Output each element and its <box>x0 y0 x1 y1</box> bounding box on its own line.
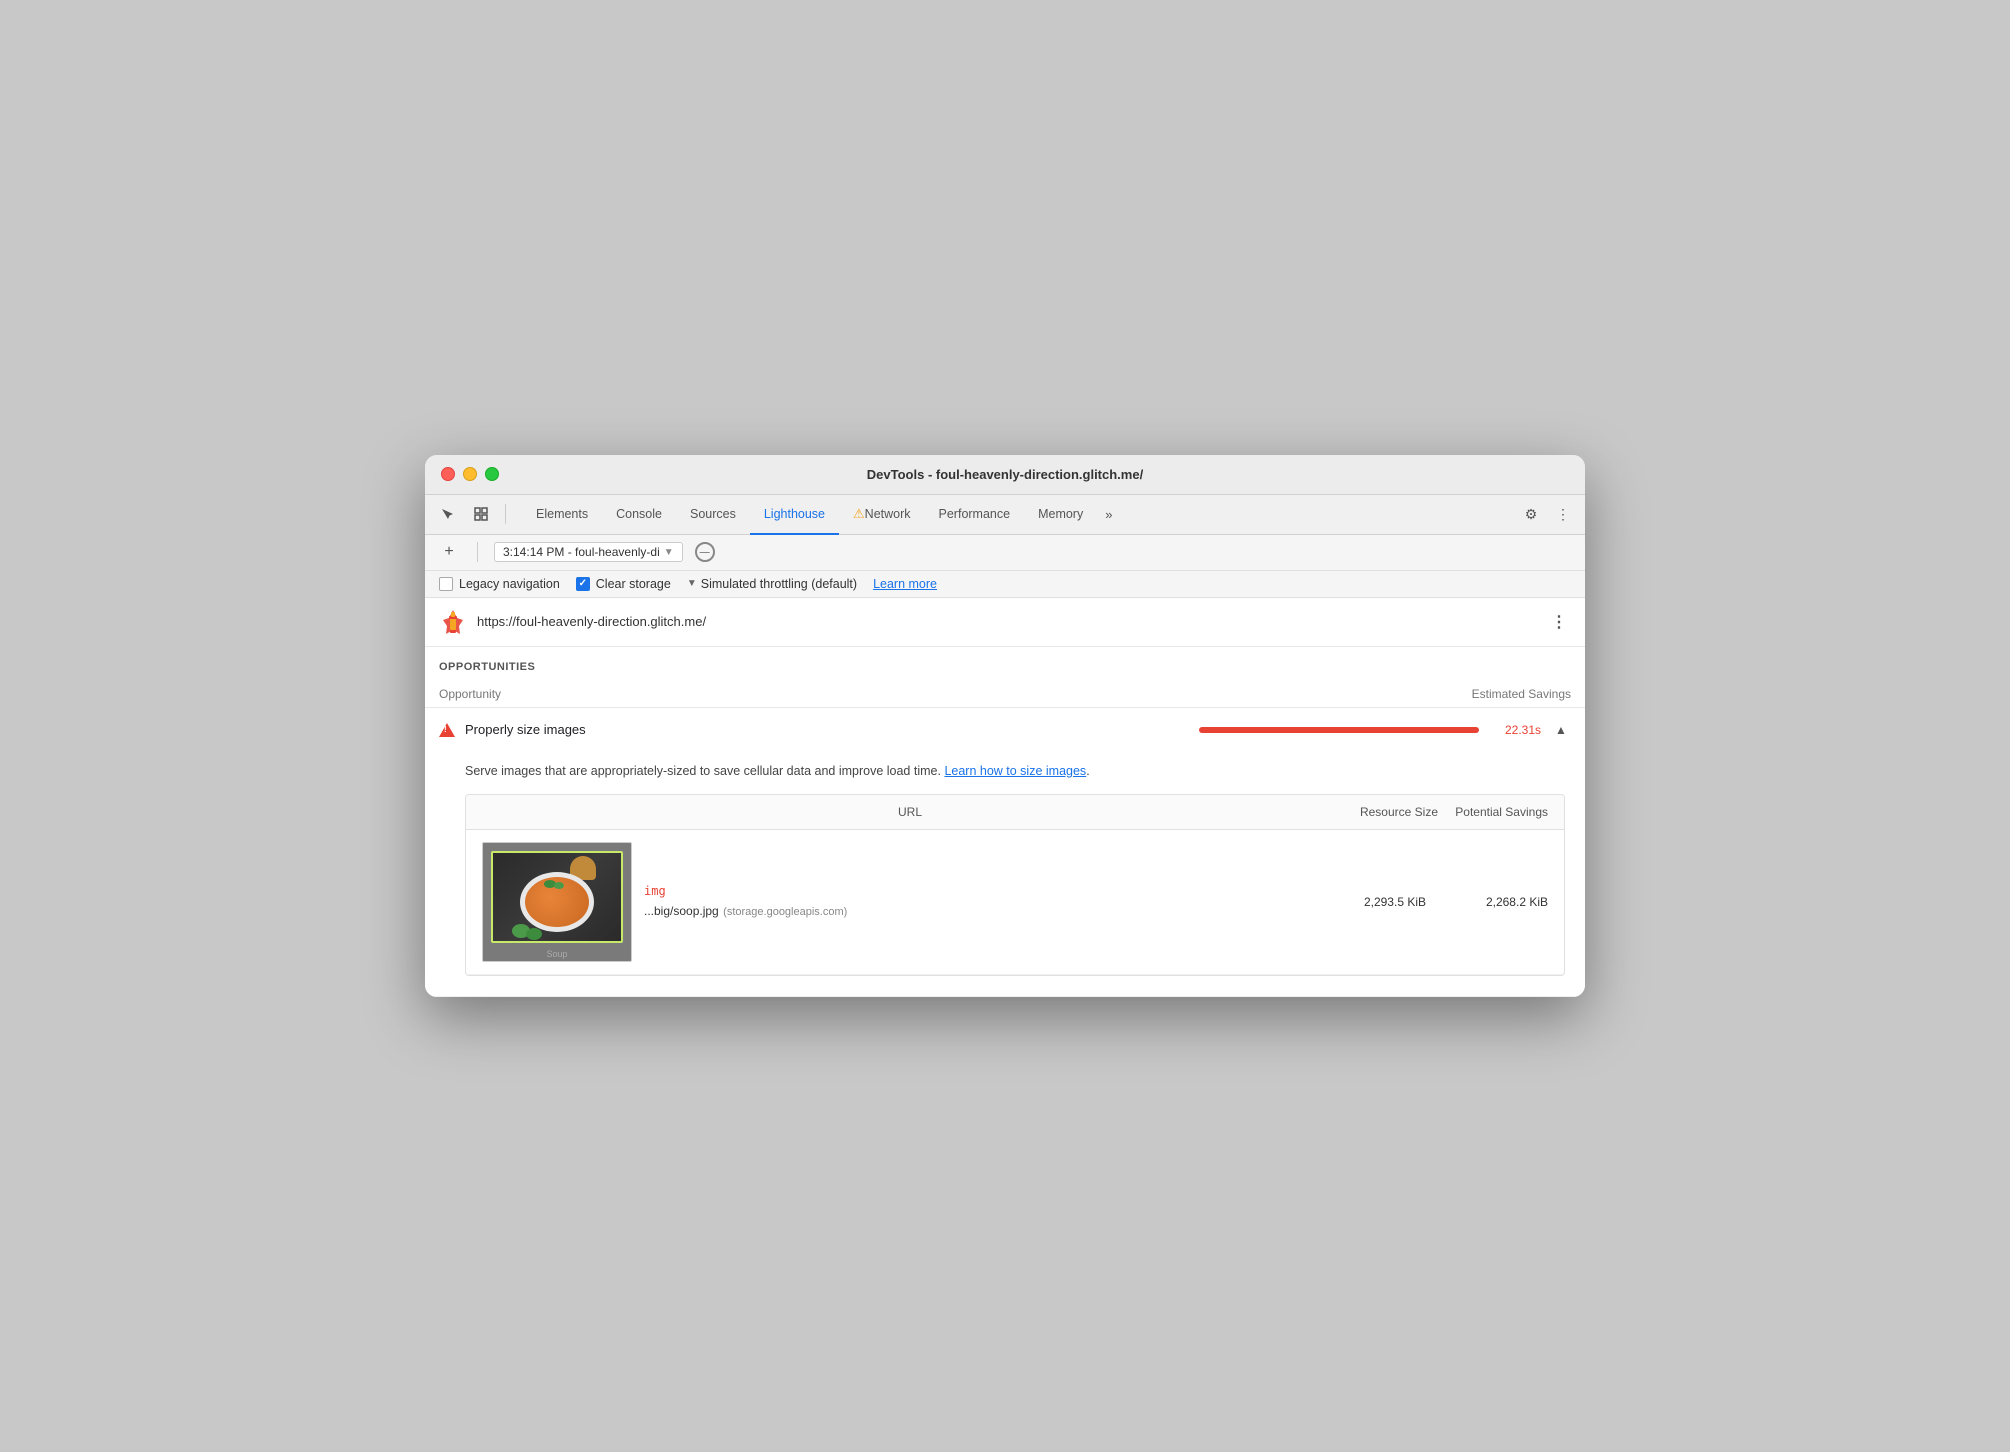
table-cell-url: img ...big/soop.jpg (storage.googleapis.… <box>644 884 1314 920</box>
lighthouse-icon <box>439 608 467 636</box>
warning-triangle-icon <box>439 723 455 737</box>
ith-potential: Potential Savings <box>1438 805 1548 819</box>
cursor-icon[interactable] <box>433 500 461 528</box>
savings-bar-container: 22.31s <box>1199 723 1541 737</box>
url-filename: ...big/soop.jpg <box>644 904 719 918</box>
throttling-dropdown[interactable]: ▼ Simulated throttling (default) <box>687 577 857 591</box>
clear-storage-option[interactable]: Clear storage <box>576 577 671 591</box>
ith-url: URL <box>482 805 1338 819</box>
collapse-chevron-icon[interactable]: ▲ <box>1551 720 1571 740</box>
opportunity-title: Properly size images <box>465 722 1189 737</box>
traffic-lights <box>441 467 499 481</box>
savings-value: 22.31s <box>1491 723 1541 737</box>
breadcrumb-text: 3:14:14 PM - foul-heavenly-di <box>503 545 660 559</box>
learn-size-link[interactable]: Learn how to size images <box>944 764 1086 778</box>
breadcrumb-arrow-icon: ▼ <box>664 547 674 558</box>
image-inner <box>491 851 623 943</box>
table-header: Opportunity Estimated Savings <box>425 681 1585 708</box>
toolbar-divider <box>477 542 478 562</box>
url-domain: (storage.googleapis.com) <box>723 906 847 918</box>
table-row: Soup img ...big/soop.jpg (storage.google… <box>466 830 1564 975</box>
opportunity-description: Serve images that are appropriately-size… <box>465 762 1565 781</box>
tab-sources[interactable]: Sources <box>676 495 750 535</box>
devtools-window: DevTools - foul-heavenly-direction.glitc… <box>425 455 1585 998</box>
more-options-icon[interactable]: ⋮ <box>1549 500 1577 528</box>
minimize-button[interactable] <box>463 467 477 481</box>
maximize-button[interactable] <box>485 467 499 481</box>
learn-more-link[interactable]: Learn more <box>873 577 937 591</box>
title-bar: DevTools - foul-heavenly-direction.glitc… <box>425 455 1585 495</box>
image-preview: Soup <box>482 842 632 962</box>
legacy-nav-option[interactable]: Legacy navigation <box>439 577 560 591</box>
image-label: Soup <box>483 949 631 959</box>
tab-network[interactable]: ⚠ Network <box>839 495 925 535</box>
url-tag: img <box>644 884 1314 898</box>
ith-resource: Resource Size <box>1338 805 1438 819</box>
throttling-label: Simulated throttling (default) <box>701 577 857 591</box>
tab-lighthouse[interactable]: Lighthouse <box>750 495 839 535</box>
window-title: DevTools - foul-heavenly-direction.glitc… <box>867 467 1143 482</box>
clear-storage-checkbox[interactable] <box>576 577 590 591</box>
tab-bar-right: ⚙ ⋮ <box>1517 500 1577 528</box>
opportunities-header: OPPORTUNITIES <box>425 647 1585 681</box>
inner-table: URL Resource Size Potential Savings <box>465 794 1565 976</box>
clear-storage-label: Clear storage <box>596 577 671 591</box>
tab-more-button[interactable]: » <box>1097 494 1120 534</box>
tab-bar: Elements Console Sources Lighthouse ⚠ Ne… <box>425 495 1585 535</box>
tab-console[interactable]: Console <box>602 495 676 535</box>
col-opportunity: Opportunity <box>439 687 1472 701</box>
col-savings: Estimated Savings <box>1472 687 1571 701</box>
soup-image <box>493 853 621 941</box>
opportunity-row: Properly size images 22.31s ▲ Serve imag… <box>425 708 1585 998</box>
options-bar: Legacy navigation Clear storage ▼ Simula… <box>425 571 1585 598</box>
inspect-icon[interactable] <box>467 500 495 528</box>
legacy-nav-label: Legacy navigation <box>459 577 560 591</box>
tab-elements[interactable]: Elements <box>522 495 602 535</box>
settings-icon[interactable]: ⚙ <box>1517 500 1545 528</box>
tab-performance[interactable]: Performance <box>925 495 1025 535</box>
tab-memory[interactable]: Memory <box>1024 495 1097 535</box>
page-url: https://foul-heavenly-direction.glitch.m… <box>477 614 1537 629</box>
legacy-nav-checkbox[interactable] <box>439 577 453 591</box>
tab-bar-icons <box>433 500 510 528</box>
opportunity-header[interactable]: Properly size images 22.31s ▲ <box>425 708 1585 752</box>
url-more-icon[interactable]: ⋮ <box>1547 610 1571 634</box>
close-button[interactable] <box>441 467 455 481</box>
session-breadcrumb[interactable]: 3:14:14 PM - foul-heavenly-di ▼ <box>494 542 683 562</box>
secondary-toolbar: + 3:14:14 PM - foul-heavenly-di ▼ — <box>425 535 1585 571</box>
main-content: https://foul-heavenly-direction.glitch.m… <box>425 598 1585 998</box>
opportunity-expanded: Serve images that are appropriately-size… <box>425 752 1585 997</box>
table-cell-resource: 2,293.5 KiB <box>1326 895 1426 909</box>
savings-bar <box>1199 727 1479 733</box>
network-warning-icon: ⚠ <box>853 506 865 522</box>
tab-divider <box>505 504 506 524</box>
throttling-arrow-icon: ▼ <box>687 578 697 589</box>
url-bar: https://foul-heavenly-direction.glitch.m… <box>425 598 1585 647</box>
add-session-button[interactable]: + <box>437 540 461 564</box>
inner-table-header: URL Resource Size Potential Savings <box>466 795 1564 830</box>
table-cell-potential: 2,268.2 KiB <box>1438 895 1548 909</box>
no-entry-icon[interactable]: — <box>695 542 715 562</box>
